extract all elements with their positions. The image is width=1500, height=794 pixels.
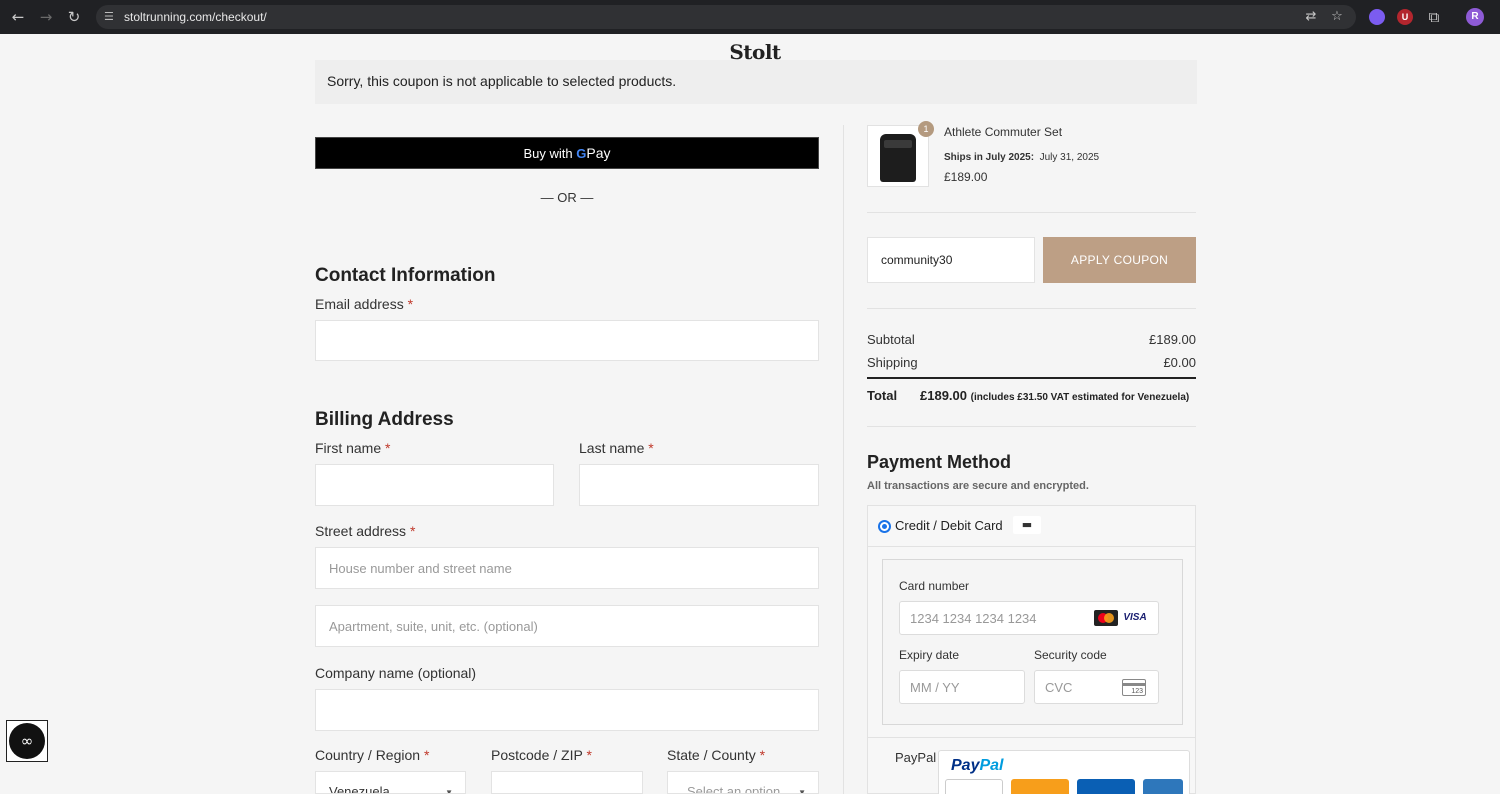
- security-code-label: Security code: [1034, 648, 1107, 662]
- profile-avatar[interactable]: R: [1466, 8, 1484, 26]
- card-payment-option[interactable]: Credit / Debit Card ▬: [868, 506, 1195, 547]
- product-name: Athlete Commuter Set: [944, 125, 1063, 139]
- expiry-label: Expiry date: [899, 648, 960, 662]
- apartment-field[interactable]: Apartment, suite, unit, etc. (optional): [315, 605, 819, 647]
- paypal-option-label[interactable]: PayPal: [895, 750, 936, 765]
- shipping-row: Shipping £0.00: [867, 355, 1196, 370]
- billing-heading: Billing Address: [315, 409, 454, 430]
- payment-security-note: All transactions are secure and encrypte…: [867, 480, 1089, 492]
- product-price: £189.00: [944, 170, 988, 184]
- card-number-placeholder: 1234 1234 1234 1234: [910, 610, 1037, 626]
- street-address-label: Street address *: [315, 523, 416, 539]
- url-text[interactable]: stoltrunning.com/checkout/: [124, 10, 267, 24]
- amex-card-icon: [1143, 779, 1183, 794]
- cvc-card-icon: 123: [1122, 679, 1146, 696]
- card-option-label[interactable]: Credit / Debit Card: [895, 518, 1003, 533]
- paypal-payment-option[interactable]: PayPal PayPal: [868, 737, 1195, 794]
- card-number-field[interactable]: 1234 1234 1234 1234 VISA: [899, 601, 1159, 635]
- coupon-value: community30: [881, 253, 953, 267]
- total-label: Total: [867, 388, 898, 403]
- email-field[interactable]: [315, 320, 819, 361]
- divider: [867, 308, 1196, 309]
- last-name-field[interactable]: [579, 464, 819, 506]
- state-select[interactable]: Select an option ▼: [667, 771, 819, 794]
- gpay-prefix: Buy with: [523, 146, 573, 161]
- paypal-logo: PayPal: [951, 757, 1004, 774]
- forward-icon[interactable]: →: [38, 9, 54, 25]
- last-name-label: Last name *: [579, 440, 654, 456]
- notice-text: Sorry, this coupon is not applicable to …: [327, 73, 677, 89]
- payment-methods: Credit / Debit Card ▬ Card number 1234 1…: [867, 505, 1196, 794]
- contact-heading: Contact Information: [315, 265, 496, 286]
- total-row: Total £189.00 (includes £31.50 VAT estim…: [867, 388, 1196, 403]
- country-select[interactable]: Venezuela ▼: [315, 771, 466, 794]
- street-address-field[interactable]: House number and street name: [315, 547, 819, 589]
- payment-method-heading: Payment Method: [867, 452, 1012, 472]
- total-amount: £189.00 (includes £31.50 VAT estimated f…: [920, 388, 1190, 403]
- company-name-label: Company name (optional): [315, 665, 477, 681]
- bookmark-star-icon[interactable]: ☆: [1329, 9, 1345, 25]
- chevron-down-icon: ▼: [798, 788, 806, 794]
- visa-icon: VISA: [1122, 610, 1148, 626]
- first-name-field[interactable]: [315, 464, 554, 506]
- total-divider: [867, 377, 1196, 379]
- subtotal-row: Subtotal £189.00: [867, 332, 1196, 347]
- country-value: Venezuela: [329, 784, 390, 794]
- address-bar[interactable]: ☰ stoltrunning.com/checkout/ ⇄ ☆: [96, 5, 1356, 29]
- cvc-placeholder: CVC: [1045, 679, 1073, 695]
- backpack-image: [880, 134, 916, 182]
- or-divider: — OR —: [540, 190, 594, 205]
- back-icon[interactable]: ←: [10, 9, 26, 25]
- first-name-label: First name *: [315, 440, 391, 456]
- browser-toolbar: ← → ↻ ☰ stoltrunning.com/checkout/ ⇄ ☆ U…: [0, 0, 1500, 34]
- accessibility-icon: ∞: [9, 723, 45, 759]
- google-pay-button[interactable]: Buy with GPay: [315, 137, 819, 169]
- divider: [867, 426, 1196, 427]
- translate-icon[interactable]: ⇄: [1303, 9, 1319, 25]
- gpay-suffix: Pay: [586, 145, 611, 161]
- street-placeholder: House number and street name: [329, 560, 512, 576]
- card-radio[interactable]: [878, 520, 891, 533]
- coupon-error-notice: Sorry, this coupon is not applicable to …: [315, 60, 1197, 104]
- quantity-badge: 1: [918, 121, 934, 137]
- credit-card-icon: ▬: [1013, 516, 1041, 534]
- extension-shield-icon[interactable]: U: [1397, 9, 1413, 25]
- shipping-note: Ships in July 2025: July 31, 2025: [944, 152, 1100, 163]
- divider: [867, 212, 1196, 213]
- visa-card-icon: [945, 779, 1003, 794]
- extension-purple-icon[interactable]: [1369, 9, 1385, 25]
- google-g-icon: G: [576, 146, 587, 161]
- chevron-down-icon: ▼: [445, 788, 453, 794]
- mastercard-card-icon: [1011, 779, 1069, 794]
- card-form: Card number 1234 1234 1234 1234 VISA Exp…: [882, 559, 1183, 725]
- maestro-card-icon: [1077, 779, 1135, 794]
- paypal-logo-box: PayPal: [938, 750, 1190, 794]
- accessibility-widget-button[interactable]: ∞: [6, 720, 48, 762]
- apartment-placeholder: Apartment, suite, unit, etc. (optional): [329, 618, 538, 634]
- mastercard-icon: [1094, 610, 1118, 626]
- state-placeholder: Select an option: [687, 784, 781, 794]
- expiry-field[interactable]: MM / YY: [899, 670, 1025, 704]
- coupon-input[interactable]: community30: [867, 237, 1035, 283]
- postcode-field[interactable]: [491, 771, 643, 794]
- cvc-field[interactable]: CVC 123: [1034, 670, 1159, 704]
- state-label: State / County *: [667, 747, 766, 763]
- reload-icon[interactable]: ↻: [66, 9, 82, 25]
- company-name-field[interactable]: [315, 689, 819, 731]
- email-label: Email address *: [315, 296, 414, 312]
- postcode-label: Postcode / ZIP *: [491, 747, 592, 763]
- extensions-puzzle-icon[interactable]: ⧉: [1426, 9, 1442, 25]
- site-info-icon[interactable]: ☰: [104, 10, 118, 24]
- column-divider: [843, 125, 844, 794]
- card-number-label: Card number: [899, 579, 970, 593]
- country-label: Country / Region *: [315, 747, 430, 763]
- apply-coupon-button[interactable]: APPLY COUPON: [1043, 237, 1196, 283]
- expiry-placeholder: MM / YY: [910, 679, 960, 695]
